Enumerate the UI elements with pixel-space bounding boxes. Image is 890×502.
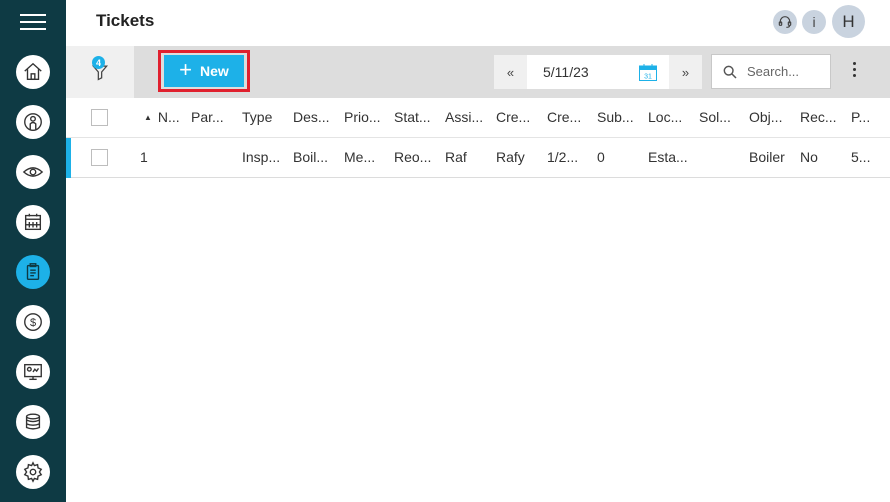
- sidebar-item-finance[interactable]: $: [16, 305, 50, 339]
- cell-p: 5...: [851, 149, 871, 165]
- clipboard-icon: [26, 263, 40, 281]
- date-field[interactable]: 5/11/23 31: [527, 55, 669, 89]
- cell-object: Boiler: [749, 149, 785, 165]
- cell-created-date: 1/2...: [547, 149, 579, 165]
- column-header-location[interactable]: Loc...: [648, 109, 682, 125]
- search-icon: [723, 65, 737, 79]
- previous-date-button[interactable]: «: [494, 55, 527, 89]
- column-header-type[interactable]: Type: [242, 109, 272, 125]
- date-navigator: « 5/11/23 31 »: [494, 55, 702, 89]
- column-header-priority[interactable]: Prio...: [344, 109, 381, 125]
- filter-count-badge: 4: [92, 56, 105, 69]
- gear-icon: [23, 461, 43, 483]
- sort-ascending-icon: ▲: [144, 113, 152, 122]
- column-header-recurring[interactable]: Rec...: [800, 109, 837, 125]
- search-input[interactable]: [747, 64, 825, 79]
- cell-priority: Me...: [344, 149, 376, 165]
- calendar-picker-icon[interactable]: 31: [639, 64, 657, 81]
- monitor-icon: [24, 363, 42, 381]
- new-button-label: New: [200, 63, 229, 79]
- cell-location: Esta...: [648, 149, 688, 165]
- next-date-button[interactable]: »: [669, 55, 702, 89]
- cell-description: Boil...: [293, 149, 329, 165]
- column-header-assignee[interactable]: Assi...: [445, 109, 483, 125]
- sidebar-item-dashboard[interactable]: [16, 355, 50, 389]
- column-header-object[interactable]: Obj...: [749, 109, 782, 125]
- table-row[interactable]: 1 Insp... Boil... Me... Reo... Raf Rafy …: [66, 138, 890, 178]
- calendar-icon: [24, 213, 42, 231]
- row-selection-accent: [66, 138, 71, 178]
- cell-created-by: Rafy: [496, 149, 525, 165]
- sidebar-item-database[interactable]: [16, 405, 50, 439]
- sidebar: $: [0, 0, 66, 502]
- eye-icon: [22, 167, 44, 177]
- cell-type: Insp...: [242, 149, 281, 165]
- column-header-parent[interactable]: Par...: [191, 109, 224, 125]
- date-value: 5/11/23: [543, 64, 589, 80]
- dollar-icon: $: [24, 313, 42, 331]
- filter-button[interactable]: 4: [66, 46, 134, 98]
- sidebar-item-contacts[interactable]: [16, 105, 50, 139]
- sidebar-item-home[interactable]: [16, 55, 50, 89]
- calendar-day-label: 31: [644, 74, 652, 81]
- sidebar-item-tickets[interactable]: [16, 255, 50, 289]
- plus-icon: +: [179, 57, 193, 82]
- sidebar-item-settings[interactable]: [16, 455, 50, 489]
- column-header-number[interactable]: ▲ N...: [144, 109, 180, 125]
- svg-text:$: $: [30, 317, 36, 329]
- info-icon[interactable]: i: [802, 10, 826, 34]
- select-all-checkbox[interactable]: [91, 109, 108, 126]
- column-header-created-date[interactable]: Cre...: [547, 109, 581, 125]
- cell-number: 1: [140, 149, 148, 165]
- page-title: Tickets: [96, 11, 155, 30]
- info-label: i: [812, 14, 816, 30]
- top-bar: Tickets i H: [66, 0, 890, 46]
- avatar[interactable]: H: [832, 5, 865, 38]
- sidebar-item-calendar[interactable]: [16, 205, 50, 239]
- tickets-grid: ▲ N... Par... Type Des... Prio... Stat...…: [66, 98, 890, 178]
- hamburger-menu-icon[interactable]: [20, 14, 46, 32]
- person-icon: [24, 113, 42, 131]
- cell-assignee: Raf: [445, 149, 467, 165]
- cell-status: Reo...: [394, 149, 432, 165]
- column-header-solution[interactable]: Sol...: [699, 109, 731, 125]
- search-box: [711, 54, 831, 89]
- cell-recurring: No: [800, 149, 818, 165]
- column-header-p[interactable]: P...: [851, 109, 870, 125]
- more-options-icon[interactable]: [849, 62, 859, 82]
- support-headset-icon[interactable]: [773, 10, 797, 34]
- grid-header-row: ▲ N... Par... Type Des... Prio... Stat...…: [66, 98, 890, 138]
- home-icon: [24, 62, 42, 81]
- cell-subtasks: 0: [597, 149, 605, 165]
- row-checkbox[interactable]: [91, 149, 108, 166]
- toolbar: 4 + New « 5/11/23 31 »: [66, 46, 890, 98]
- column-header-created-by[interactable]: Cre...: [496, 109, 530, 125]
- column-header-status[interactable]: Stat...: [394, 109, 431, 125]
- database-icon: [25, 413, 41, 430]
- column-header-description[interactable]: Des...: [293, 109, 330, 125]
- column-header-subtasks[interactable]: Sub...: [597, 109, 634, 125]
- sidebar-item-overview[interactable]: [16, 155, 50, 189]
- new-ticket-button[interactable]: + New: [164, 55, 244, 87]
